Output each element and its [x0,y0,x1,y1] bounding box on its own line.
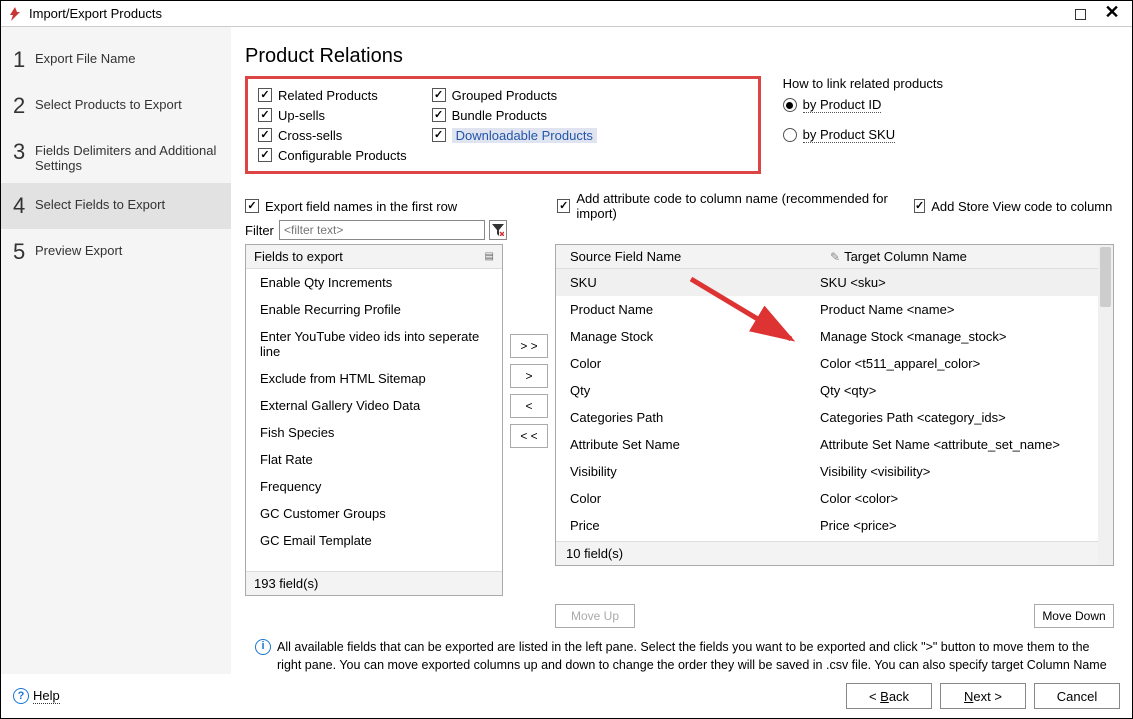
fields-count: 193 field(s) [246,571,502,595]
sort-icon: ▤ [485,251,494,262]
table-row[interactable]: ColorColor <color> [556,485,1098,512]
list-item[interactable]: Fish Species [246,419,502,446]
chk-downloadable[interactable]: Downloadable Products [432,125,602,145]
maximize-button[interactable] [1075,9,1086,20]
help-link[interactable]: ? Help [13,688,60,704]
table-row[interactable]: PricePrice <price> [556,512,1098,539]
app-logo-icon [7,6,23,22]
remove-all-button[interactable]: < < [510,424,548,448]
fields-to-export-pane: Fields to export▤ Enable Qty Increments … [245,244,503,596]
add-all-button[interactable]: > > [510,334,548,358]
list-item[interactable]: Enable Qty Increments [246,269,502,296]
checkbox-icon [258,148,272,162]
selected-fields-pane: Source Field Name ✎Target Column Name SK… [555,244,1098,566]
chk-grouped[interactable]: Grouped Products [432,85,602,105]
step-select-products[interactable]: 2Select Products to Export [1,83,231,129]
title-bar: Import/Export Products ✕ [1,1,1132,27]
list-item[interactable]: Exclude from HTML Sitemap [246,365,502,392]
checkbox-icon [258,128,272,142]
list-item[interactable]: GC Email Template [246,527,502,554]
window-title: Import/Export Products [29,6,1075,21]
filter-clear-button[interactable] [489,220,507,240]
close-button[interactable]: ✕ [1098,4,1126,24]
list-item[interactable]: Enter YouTube video ids into seperate li… [246,323,502,365]
list-item[interactable]: External Gallery Video Data [246,392,502,419]
checkbox-icon [258,88,272,102]
checkbox-icon [432,88,446,102]
chk-related-products[interactable]: Related Products [258,85,428,105]
list-item[interactable]: Flat Rate [246,446,502,473]
info-icon: i [255,639,271,655]
add-button[interactable]: > [510,364,548,388]
wizard-sidebar: 1Export File Name 2Select Products to Ex… [1,27,231,674]
checkbox-icon [245,199,259,213]
radio-by-sku[interactable]: by Product SKU [783,127,1103,143]
wizard-footer: ? Help < Back Next > Cancel [1,674,1132,718]
chk-upsells[interactable]: Up-sells [258,105,428,125]
table-row[interactable]: Categories PathCategories Path <category… [556,404,1098,431]
link-method-group: How to link related products by Product … [783,76,1103,149]
chk-export-names[interactable]: Export field names in the first row [245,196,557,216]
radio-icon [783,98,797,112]
scrollbar[interactable] [1098,244,1114,566]
step-export-file-name[interactable]: 1Export File Name [1,37,231,83]
chk-crosssells[interactable]: Cross-sells [258,125,428,145]
checkbox-icon [432,128,446,142]
step-preview[interactable]: 5Preview Export [1,229,231,275]
filter-label: Filter [245,223,275,238]
pencil-icon: ✎ [830,250,840,264]
next-button[interactable]: Next > [940,683,1026,709]
radio-icon [783,128,797,142]
product-relations-group: Related Products Up-sells Cross-sells Co… [245,76,761,174]
fields-header[interactable]: Fields to export▤ [246,245,502,269]
checkbox-icon [557,199,570,213]
selected-count: 10 field(s) [556,541,1098,565]
radio-by-id[interactable]: by Product ID [783,97,1103,113]
back-button[interactable]: < Back [846,683,932,709]
chk-store-view-code[interactable]: Add Store View code to column nam [914,196,1114,216]
chk-bundle[interactable]: Bundle Products [432,105,602,125]
checkbox-icon [914,199,925,213]
target-header[interactable]: ✎Target Column Name [820,245,1098,268]
filter-input[interactable] [279,220,485,240]
table-row[interactable]: Manage StockManage Stock <manage_stock> [556,323,1098,350]
move-up-button[interactable]: Move Up [555,604,635,628]
chk-add-attribute-code[interactable]: Add attribute code to column name (recom… [557,196,914,216]
scrollbar-thumb[interactable] [1100,247,1111,307]
table-row[interactable]: Attribute Set NameAttribute Set Name <at… [556,431,1098,458]
step-delimiters[interactable]: 3Fields Delimiters and Additional Settin… [1,129,231,183]
list-item[interactable]: Frequency [246,473,502,500]
checkbox-icon [258,108,272,122]
source-header[interactable]: Source Field Name [556,245,820,268]
table-row[interactable]: SKUSKU <sku> [556,269,1098,296]
remove-button[interactable]: < [510,394,548,418]
info-text: i All available fields that can be expor… [245,638,1114,674]
table-row[interactable]: VisibilityVisibility <visibility> [556,458,1098,485]
chk-configurable[interactable]: Configurable Products [258,145,428,165]
checkbox-icon [432,108,446,122]
help-icon: ? [13,688,29,704]
table-row[interactable]: Product NameProduct Name <name> [556,296,1098,323]
selected-list[interactable]: SKUSKU <sku> Product NameProduct Name <n… [556,269,1098,541]
link-method-heading: How to link related products [783,76,1103,91]
move-down-button[interactable]: Move Down [1034,604,1114,628]
page-title: Product Relations [245,45,1114,68]
step-select-fields[interactable]: 4Select Fields to Export [1,183,231,229]
list-item[interactable]: Enable Recurring Profile [246,296,502,323]
main-content: Product Relations Related Products Up-se… [231,27,1132,674]
list-item[interactable]: GC Customer Groups [246,500,502,527]
transfer-buttons: > > > < < < [503,244,555,596]
cancel-button[interactable]: Cancel [1034,683,1120,709]
table-row[interactable]: QtyQty <qty> [556,377,1098,404]
table-row[interactable]: ColorColor <t511_apparel_color> [556,350,1098,377]
fields-list[interactable]: Enable Qty Increments Enable Recurring P… [246,269,502,571]
